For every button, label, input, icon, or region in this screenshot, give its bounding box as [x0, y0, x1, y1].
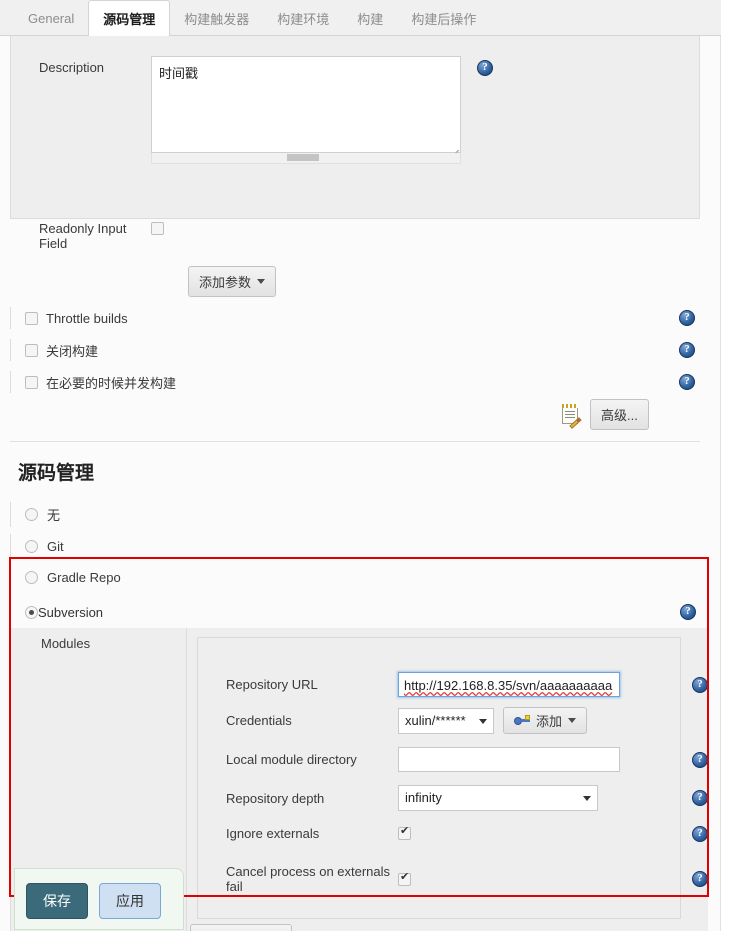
chevron-down-icon [583, 796, 591, 801]
scm-option-none[interactable]: 无 [10, 502, 700, 527]
ignore-externals-checkbox[interactable] [398, 825, 411, 840]
readonly-input-field-row: Readonly Input Field [11, 217, 699, 251]
credentials-select[interactable]: xulin/****** [398, 707, 494, 734]
chevron-down-icon [479, 718, 487, 724]
help-icon-disable-build[interactable] [679, 342, 695, 358]
parameter-definition-panel: Description 时间戳 Readonly Input Field [10, 36, 700, 251]
disable-build-label: 关闭构建 [46, 343, 99, 359]
scm-section-title: 源码管理 [18, 463, 95, 484]
credentials-selected-value: xulin/****** [405, 712, 466, 728]
scm-option-none-label: 无 [47, 508, 61, 523]
chevron-down-icon [568, 718, 577, 723]
advanced-button-row: 高级... [560, 399, 649, 430]
concurrent-build-label: 在必要的时候并发构建 [46, 375, 177, 391]
save-button[interactable]: 保存 [26, 883, 88, 919]
scm-option-git-label: Git [47, 539, 64, 554]
readonly-input-field-checkbox[interactable] [151, 222, 164, 236]
jenkins-job-config-page: General 源码管理 构建触发器 构建环境 构建 构建后操作 Descrip… [0, 0, 754, 931]
save-apply-bar: 保存 应用 [14, 868, 184, 930]
scm-option-subversion[interactable]: Subversion [10, 596, 708, 628]
repository-depth-row: Repository depth infinity [198, 785, 708, 811]
help-icon-description[interactable] [477, 60, 493, 76]
ignore-externals-row: Ignore externals [198, 825, 708, 842]
ignore-externals-label: Ignore externals [226, 826, 320, 841]
scm-option-subversion-label: Subversion [38, 604, 104, 620]
help-icon-throttle-builds[interactable] [679, 310, 695, 326]
help-icon-repository-depth[interactable] [692, 790, 708, 806]
key-icon [514, 715, 530, 726]
cancel-process-label: Cancel process on externals fail [226, 864, 391, 894]
scm-option-git[interactable]: Git [10, 534, 700, 559]
local-module-directory-row: Local module directory [198, 747, 708, 772]
description-textarea-wrap: 时间戳 [151, 56, 461, 164]
description-row: Description 时间戳 [11, 56, 699, 164]
tab-post-build-actions[interactable]: 构建后操作 [397, 0, 490, 36]
scrollbar-thumb[interactable] [287, 154, 319, 161]
add-credentials-button[interactable]: 添加 [503, 707, 588, 734]
radio-gradle-repo[interactable] [25, 571, 38, 584]
tab-build-triggers[interactable]: 构建触发器 [170, 0, 263, 36]
help-icon-cancel-process[interactable] [692, 871, 708, 887]
tab-general[interactable]: General [14, 0, 88, 36]
apply-button[interactable]: 应用 [99, 883, 161, 919]
advanced-button[interactable]: 高级... [590, 399, 649, 430]
modules-label: Modules [41, 636, 91, 651]
repository-depth-selected-value: infinity [405, 790, 442, 805]
disable-build-checkbox[interactable] [25, 343, 38, 357]
option-row-concurrent-build[interactable]: 在必要的时候并发构建 [10, 371, 700, 393]
cancel-process-row: Cancel process on externals fail [198, 864, 708, 894]
help-icon-subversion[interactable] [680, 604, 696, 620]
description-textarea[interactable]: 时间戳 [151, 56, 461, 153]
tab-build[interactable]: 构建 [343, 0, 397, 36]
local-module-directory-label: Local module directory [226, 752, 357, 767]
notepad-pencil-icon [560, 403, 582, 429]
tab-source-code-management[interactable]: 源码管理 [88, 0, 171, 37]
help-icon-local-module-directory[interactable] [692, 751, 708, 768]
radio-none[interactable] [25, 508, 38, 521]
throttle-builds-checkbox[interactable] [25, 311, 38, 325]
local-module-directory-input[interactable] [398, 747, 620, 772]
radio-git[interactable] [25, 540, 38, 553]
config-form-body: Description 时间戳 Readonly Input Field [0, 36, 721, 931]
module-panel: Repository URL http://192.168.8.35/svn/a… [197, 637, 708, 919]
tab-build-environment[interactable]: 构建环境 [263, 0, 343, 36]
repository-url-label: Repository URL [226, 677, 318, 692]
help-icon-concurrent-build[interactable] [679, 374, 695, 390]
credentials-label: Credentials [226, 713, 292, 728]
chevron-down-icon [257, 279, 266, 284]
repository-depth-select[interactable]: infinity [398, 785, 598, 811]
scm-option-gradle-repo-label: Gradle Repo [47, 570, 121, 585]
add-parameter-button[interactable]: 添加参数 [188, 266, 277, 297]
option-row-disable-build[interactable]: 关闭构建 [10, 339, 700, 361]
repository-url-input[interactable]: http://192.168.8.35/svn/aaaaaaaaaa [398, 672, 620, 697]
repository-url-row: Repository URL http://192.168.8.35/svn/a… [198, 672, 708, 697]
radio-subversion[interactable] [25, 605, 38, 619]
credentials-row: Credentials xulin/****** 添加 [198, 707, 680, 734]
add-module-button[interactable]: Add module... [190, 924, 293, 931]
cancel-process-checkbox[interactable] [398, 871, 411, 886]
concurrent-build-checkbox[interactable] [25, 375, 38, 389]
throttle-builds-label: Throttle builds [46, 310, 128, 326]
repository-depth-label: Repository depth [226, 790, 325, 806]
description-label: Description [39, 60, 105, 75]
help-icon-repository-url[interactable] [692, 676, 708, 693]
scm-option-gradle-repo[interactable]: Gradle Repo [10, 565, 700, 590]
add-credentials-label: 添加 [536, 714, 563, 729]
description-horizontal-scrollbar[interactable] [151, 153, 461, 164]
add-parameter-label: 添加参数 [199, 275, 252, 290]
option-row-throttle-builds[interactable]: Throttle builds [10, 307, 700, 329]
modules-divider [186, 628, 187, 931]
readonly-input-field-label: Readonly Input Field [39, 221, 127, 251]
help-icon-ignore-externals[interactable] [692, 825, 708, 842]
section-divider [10, 441, 700, 442]
config-tab-bar: General 源码管理 构建触发器 构建环境 构建 构建后操作 [0, 0, 721, 37]
